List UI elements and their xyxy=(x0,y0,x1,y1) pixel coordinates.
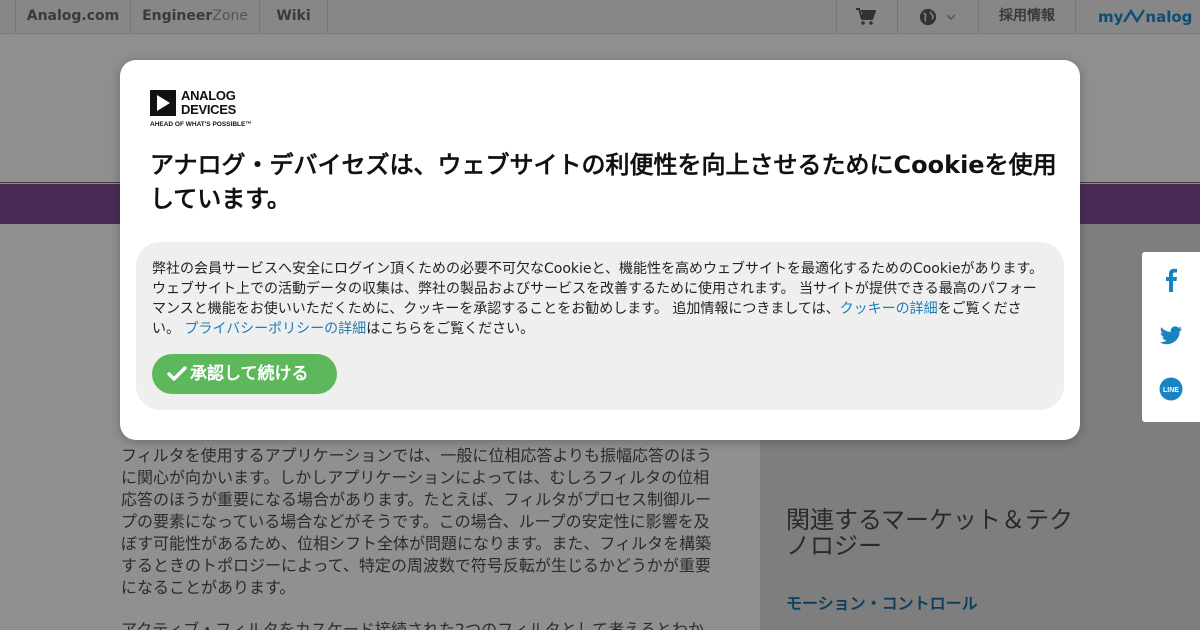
nav-link-wiki[interactable]: Wiki xyxy=(260,0,327,34)
check-icon xyxy=(167,366,187,381)
logo-wordmark: ANALOG DEVICES xyxy=(181,89,236,117)
accept-and-continue-button[interactable]: 承認して続ける xyxy=(152,354,337,394)
logo-tagline: AHEAD OF WHAT'S POSSIBLE™ xyxy=(150,121,252,128)
related-markets-heading: 関連するマーケット＆テクノロジー xyxy=(786,506,1074,560)
myanalog-wave-icon xyxy=(1123,8,1146,24)
cookie-consent-dialog: ANALOG DEVICES AHEAD OF WHAT'S POSSIBLE™… xyxy=(120,60,1080,440)
chevron-down-icon[interactable] xyxy=(946,13,956,21)
globe-icon[interactable] xyxy=(918,8,938,26)
facebook-icon[interactable] xyxy=(1159,268,1183,292)
related-link-motion-control[interactable]: モーション・コントロール xyxy=(786,590,978,614)
cookie-dialog-title: アナログ・デバイセズは、ウェブサイトの利便性を向上させるためにCookieを使用… xyxy=(150,151,1057,213)
cookie-info-text: 弊社の会員サービスへ安全にログイン頂くための必要不可欠なCookieと、機能性を… xyxy=(152,259,1044,339)
nav-divider xyxy=(1075,0,1076,34)
nav-link-careers[interactable]: 採用情報 xyxy=(979,0,1075,34)
nav-divider xyxy=(836,0,837,34)
cookie-details-link[interactable]: クッキーの詳細 xyxy=(840,301,938,317)
nav-link-engineerzone[interactable]: EngineerZone xyxy=(131,0,259,34)
twitter-icon[interactable] xyxy=(1159,324,1183,348)
myanalog-prefix: my xyxy=(1098,8,1124,26)
logo-line2: DEVICES xyxy=(181,102,236,117)
myanalog-logo[interactable]: my nalog xyxy=(1098,0,1192,34)
nav-divider xyxy=(897,0,898,34)
logo-line1: ANALOG xyxy=(181,88,236,103)
accept-button-label: 承認して続ける xyxy=(190,364,309,384)
svg-text:LINE: LINE xyxy=(1163,387,1179,394)
article-paragraph: アクティブ・フィルタをカスケード接続された2つのフィルタとして考えるとわか xyxy=(121,620,704,630)
privacy-policy-link[interactable]: プライバシーポリシーの詳細 xyxy=(184,321,366,337)
myanalog-suffix: nalog xyxy=(1145,8,1193,26)
article-paragraph: フィルタを使用するアプリケーションでは、一般に位相応答よりも振幅応答のほうに関心… xyxy=(121,446,713,597)
social-share-bar: LINE xyxy=(1142,252,1200,422)
nav-divider xyxy=(327,0,328,34)
analog-devices-logo: ANALOG DEVICES AHEAD OF WHAT'S POSSIBLE™ xyxy=(150,89,252,130)
logo-mark xyxy=(150,90,176,116)
cookie-info-panel: 弊社の会員サービスへ安全にログイン頂くための必要不可欠なCookieと、機能性を… xyxy=(136,242,1064,410)
nav-link-analog-com[interactable]: Analog.com xyxy=(16,0,130,34)
cookie-text-part3: はこちらをご覧ください。 xyxy=(366,321,535,337)
engineerzone-label-part2: Zone xyxy=(212,8,248,24)
engineerzone-label-part1: Engineer xyxy=(142,8,213,24)
top-navigation-bar: Analog.com EngineerZone Wiki 採用情報 my nalo… xyxy=(0,0,1200,34)
cart-icon[interactable] xyxy=(856,8,876,26)
line-icon[interactable]: LINE xyxy=(1159,377,1183,401)
